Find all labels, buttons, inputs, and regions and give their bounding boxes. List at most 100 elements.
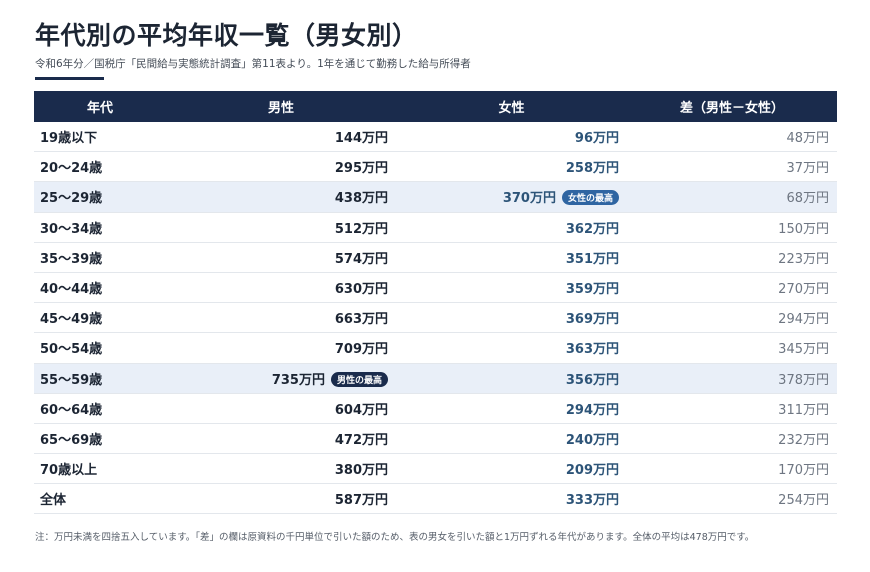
male-cell: 663万円: [166, 302, 396, 334]
male-cell-value: 574万円: [334, 251, 388, 267]
female-cell: 333万円: [396, 483, 627, 515]
diff-cell: 345万円: [627, 332, 837, 364]
female-cell: 370万円 女性の最高: [396, 181, 627, 213]
age-cell: 45～49歳: [34, 302, 166, 334]
age-cell-value: 20～24歳: [40, 161, 103, 177]
diff-cell-value: 223万円: [778, 251, 829, 267]
female-cell-value: 209万円: [565, 463, 619, 479]
footnote: 注：万円未満を四捨五入しています。「差」の欄は原資料の千円単位で引いた額のため、…: [35, 532, 755, 543]
male-cell-value: 587万円: [334, 493, 388, 509]
table-row: 50～54歳 709万円 363万円 345万円: [34, 332, 837, 364]
diff-cell: 170万円: [627, 453, 837, 485]
age-cell-value: 70歳以上: [40, 463, 98, 479]
female-cell-value: 333万円: [565, 493, 619, 509]
male-cell-value: 604万円: [334, 402, 388, 418]
female-cell: 240万円: [396, 423, 627, 455]
age-cell-value: 25～29歳: [40, 191, 103, 207]
diff-cell-value: 170万円: [778, 463, 829, 479]
male-cell-value: 735万円: [271, 372, 325, 388]
diff-cell: 270万円: [627, 272, 837, 304]
female-cell: 369万円: [396, 302, 627, 334]
diff-cell: 294万円: [627, 302, 837, 334]
male-cell: 512万円: [166, 212, 396, 243]
diff-cell: 37万円: [627, 151, 837, 183]
header-male: 男性: [166, 91, 396, 122]
female-cell-value: 356万円: [565, 372, 619, 388]
age-cell: 19歳以下: [34, 122, 166, 153]
income-table: 年代 男性 女性 差（男性－女性） 19歳以下 144万円 96万円 48万円 20～2…: [34, 91, 837, 515]
diff-cell-value: 37万円: [786, 161, 829, 177]
age-cell: 65～69歳: [34, 423, 166, 455]
age-cell: 30～34歳: [34, 212, 166, 243]
female-cell-value: 258万円: [565, 161, 619, 177]
male-cell-value: 438万円: [334, 191, 388, 207]
diff-cell-value: 345万円: [778, 342, 829, 358]
female-cell-value: 351万円: [565, 251, 619, 267]
age-cell: 70歳以上: [34, 453, 166, 485]
male-cell: 380万円: [166, 453, 396, 485]
male-cell: 630万円: [166, 272, 396, 304]
age-cell-value: 全体: [40, 493, 67, 509]
diff-cell: 378万円: [627, 363, 837, 394]
diff-cell-value: 48万円: [786, 131, 829, 147]
header-female: 女性: [396, 91, 627, 122]
diff-cell: 223万円: [627, 242, 837, 273]
female-cell: 258万円: [396, 151, 627, 183]
age-cell: 全体: [34, 483, 166, 515]
female-max-badge: 女性の最高: [561, 190, 619, 206]
female-cell-value: 363万円: [565, 342, 619, 358]
female-cell: 362万円: [396, 212, 627, 243]
diff-cell-value: 294万円: [778, 312, 829, 328]
table-row: 30～34歳 512万円 362万円 150万円: [34, 212, 837, 243]
diff-cell: 254万円: [627, 483, 837, 515]
diff-cell-value: 68万円: [786, 191, 829, 207]
diff-cell: 150万円: [627, 212, 837, 243]
female-cell: 363万円: [396, 332, 627, 364]
age-cell-value: 45～49歳: [40, 312, 103, 328]
table-header-row: 年代 男性 女性 差（男性－女性）: [34, 91, 837, 122]
male-cell-value: 663万円: [334, 312, 388, 328]
male-cell: 438万円: [166, 181, 396, 213]
female-cell: 356万円: [396, 363, 627, 394]
female-cell: 351万円: [396, 242, 627, 273]
age-cell-value: 40～44歳: [40, 282, 103, 298]
diff-cell: 68万円: [627, 181, 837, 213]
table-row: 全体 587万円 333万円 254万円: [34, 483, 837, 515]
table-row: 70歳以上 380万円 209万円 170万円: [34, 453, 837, 485]
age-cell: 50～54歳: [34, 332, 166, 364]
diff-cell-value: 378万円: [778, 372, 829, 388]
table-row: 19歳以下 144万円 96万円 48万円: [34, 122, 837, 153]
age-cell-value: 65～69歳: [40, 432, 103, 448]
page-subtitle: 令和6年分／国税庁「民間給与実態統計調査」第11表より。1年を通じて勤務した給与…: [35, 58, 471, 70]
male-cell-value: 380万円: [334, 463, 388, 479]
male-cell-value: 512万円: [334, 221, 388, 237]
female-cell-value: 362万円: [565, 221, 619, 237]
male-cell: 472万円: [166, 423, 396, 455]
male-cell: 587万円: [166, 483, 396, 515]
male-cell-value: 709万円: [334, 342, 388, 358]
male-cell-value: 472万円: [334, 432, 388, 448]
diff-cell-value: 232万円: [778, 432, 829, 448]
diff-cell-value: 254万円: [778, 493, 829, 509]
female-cell-value: 369万円: [565, 312, 619, 328]
male-cell-value: 295万円: [334, 161, 388, 177]
female-cell: 209万円: [396, 453, 627, 485]
age-cell: 20～24歳: [34, 151, 166, 183]
table-row: 35～39歳 574万円 351万円 223万円: [34, 242, 837, 273]
male-cell: 709万円: [166, 332, 396, 364]
male-cell: 604万円: [166, 393, 396, 424]
female-cell-value: 96万円: [574, 131, 619, 147]
age-cell: 60～64歳: [34, 393, 166, 424]
diff-cell: 311万円: [627, 393, 837, 424]
age-cell-value: 30～34歳: [40, 221, 103, 237]
table-row: 65～69歳 472万円 240万円 232万円: [34, 423, 837, 455]
female-cell-value: 359万円: [565, 282, 619, 298]
female-cell-value: 294万円: [565, 402, 619, 418]
female-cell-value: 370万円: [502, 191, 556, 207]
male-cell: 735万円 男性の最高: [166, 363, 396, 394]
diff-cell: 48万円: [627, 122, 837, 153]
table-row: 40～44歳 630万円 359万円 270万円: [34, 272, 837, 304]
female-cell: 359万円: [396, 272, 627, 304]
table-row: 45～49歳 663万円 369万円 294万円: [34, 302, 837, 334]
table-row: 60～64歳 604万円 294万円 311万円: [34, 393, 837, 424]
